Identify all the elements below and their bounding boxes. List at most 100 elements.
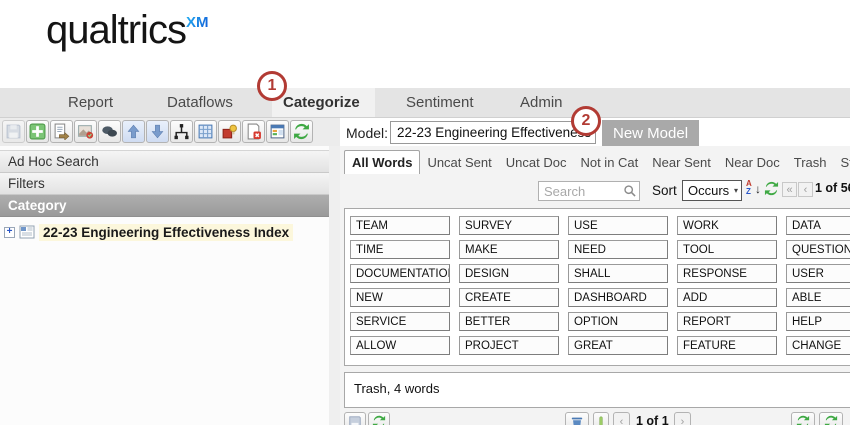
user-alert-button[interactable] <box>218 120 241 143</box>
save-button[interactable] <box>2 120 25 143</box>
tab-structure[interactable]: Structure <box>834 151 850 174</box>
word-button[interactable]: SURVEY <box>459 216 559 235</box>
apply-all-button[interactable] <box>819 412 843 425</box>
tab-trash[interactable]: Trash <box>787 151 834 174</box>
sort-label: Sort <box>652 180 677 201</box>
page-prev-button[interactable]: ‹ <box>798 182 813 197</box>
words-panel: All Words Uncat Sent Uncat Doc Not in Ca… <box>340 146 850 425</box>
word-button[interactable]: QUESTION <box>786 240 850 259</box>
word-button[interactable]: USER <box>786 264 850 283</box>
word-button[interactable]: TOOL <box>677 240 777 259</box>
word-button[interactable]: OPTION <box>568 312 668 331</box>
word-button[interactable]: PROJECT <box>459 336 559 355</box>
word-tabs: All Words Uncat Sent Uncat Doc Not in Ca… <box>344 150 850 174</box>
model-select[interactable]: 22-23 Engineering Effectiveness ▾ <box>390 121 596 144</box>
comments-button[interactable] <box>98 120 121 143</box>
comments-icon <box>101 123 118 140</box>
word-button[interactable]: REPORT <box>677 312 777 331</box>
main-nav-bar: Report Dataflows Categorize Sentiment Ad… <box>0 88 850 118</box>
tab-uncat-sent[interactable]: Uncat Sent <box>420 151 498 174</box>
verify-image-icon <box>77 123 94 140</box>
bottom-page-prev-button[interactable]: ‹ <box>613 412 630 425</box>
search-sort-row: Sort Occurs ▾ A Z ↓ « ‹ 1 of 56 <box>340 178 850 204</box>
tab-near-sent[interactable]: Near Sent <box>645 151 718 174</box>
sort-az-icon[interactable]: A Z ↓ <box>746 180 764 198</box>
word-button[interactable]: DASHBOARD <box>568 288 668 307</box>
tab-near-doc[interactable]: Near Doc <box>718 151 787 174</box>
grid-view-icon <box>197 123 214 140</box>
tab-sentiment[interactable]: Sentiment <box>406 88 474 117</box>
bottom-save-button[interactable] <box>344 412 366 425</box>
move-down-icon <box>149 123 166 140</box>
sort-select[interactable]: Occurs ▾ <box>682 180 742 201</box>
word-button[interactable]: TEAM <box>350 216 450 235</box>
refresh-icon <box>293 123 310 140</box>
save-icon <box>5 123 22 140</box>
hierarchy-icon <box>173 123 190 140</box>
word-button[interactable]: GREAT <box>568 336 668 355</box>
word-row: DOCUMENTATION DESIGN SHALL RESPONSE USER <box>350 264 850 283</box>
section-filters[interactable]: Filters <box>0 173 329 195</box>
refresh-words-button[interactable] <box>764 181 779 201</box>
hierarchy-button[interactable] <box>170 120 193 143</box>
word-button[interactable]: ALLOW <box>350 336 450 355</box>
tab-categorize[interactable]: Categorize <box>283 88 360 117</box>
word-button[interactable]: TIME <box>350 240 450 259</box>
tab-not-in-cat[interactable]: Not in Cat <box>573 151 645 174</box>
qualtrics-app: qualtricsXM 1 2 Report Dataflows Categor… <box>0 0 850 425</box>
word-button[interactable]: NEED <box>568 240 668 259</box>
report-view-button[interactable] <box>266 120 289 143</box>
move-up-button[interactable] <box>122 120 145 143</box>
word-button[interactable]: FEATURE <box>677 336 777 355</box>
tab-dataflows[interactable]: Dataflows <box>167 88 233 117</box>
category-tree-item[interactable]: + 22-23 Engineering Effectiveness Index <box>4 222 329 242</box>
page-first-button[interactable]: « <box>782 182 797 197</box>
word-button[interactable]: SERVICE <box>350 312 450 331</box>
copy-to-button[interactable] <box>50 120 73 143</box>
word-button[interactable]: NEW <box>350 288 450 307</box>
tab-all-words[interactable]: All Words <box>344 150 420 174</box>
word-button[interactable]: DOCUMENTATION <box>350 264 450 283</box>
word-button[interactable]: CREATE <box>459 288 559 307</box>
move-down-button[interactable] <box>146 120 169 143</box>
delete-document-button[interactable] <box>242 120 265 143</box>
page-indicator: 1 of 56 <box>815 181 850 195</box>
section-category[interactable]: Category <box>0 195 329 217</box>
new-model-button[interactable]: New Model <box>602 120 699 146</box>
sort-select-value: Occurs <box>688 183 729 198</box>
word-button[interactable]: MAKE <box>459 240 559 259</box>
chevron-down-icon: ▾ <box>734 181 738 200</box>
trash-button[interactable] <box>565 412 589 425</box>
refresh-button[interactable] <box>290 120 313 143</box>
section-ad-hoc-search[interactable]: Ad Hoc Search <box>0 150 329 173</box>
panel-divider <box>329 146 340 425</box>
word-button[interactable]: CHANGE <box>786 336 850 355</box>
apply-button[interactable] <box>791 412 815 425</box>
word-button[interactable]: WORK <box>677 216 777 235</box>
word-button[interactable]: DATA <box>786 216 850 235</box>
bottom-page-indicator: 1 of 1 <box>636 414 669 425</box>
word-button[interactable]: ABLE <box>786 288 850 307</box>
tab-admin[interactable]: Admin <box>520 88 563 117</box>
qualtrics-logo: qualtricsXM <box>46 8 208 53</box>
grid-view-button[interactable] <box>194 120 217 143</box>
word-grid: TEAM SURVEY USE WORK DATA TIME MAKE NEED… <box>344 208 850 366</box>
bottom-refresh-button[interactable] <box>368 412 390 425</box>
expand-plus-icon[interactable]: + <box>4 227 15 238</box>
bottom-page-next-button[interactable]: › <box>674 412 691 425</box>
word-button[interactable]: ADD <box>677 288 777 307</box>
marker-button[interactable] <box>593 412 609 425</box>
word-button[interactable]: DESIGN <box>459 264 559 283</box>
tab-uncat-doc[interactable]: Uncat Doc <box>499 151 574 174</box>
tab-report[interactable]: Report <box>68 88 113 117</box>
word-button[interactable]: BETTER <box>459 312 559 331</box>
search-input[interactable] <box>539 182 622 199</box>
verify-button[interactable] <box>74 120 97 143</box>
add-button[interactable] <box>26 120 49 143</box>
word-button[interactable]: SHALL <box>568 264 668 283</box>
word-button[interactable]: USE <box>568 216 668 235</box>
logo-xm-superscript: XM <box>186 14 209 31</box>
annotation-step-2: 2 <box>571 106 601 136</box>
word-button[interactable]: HELP <box>786 312 850 331</box>
word-button[interactable]: RESPONSE <box>677 264 777 283</box>
